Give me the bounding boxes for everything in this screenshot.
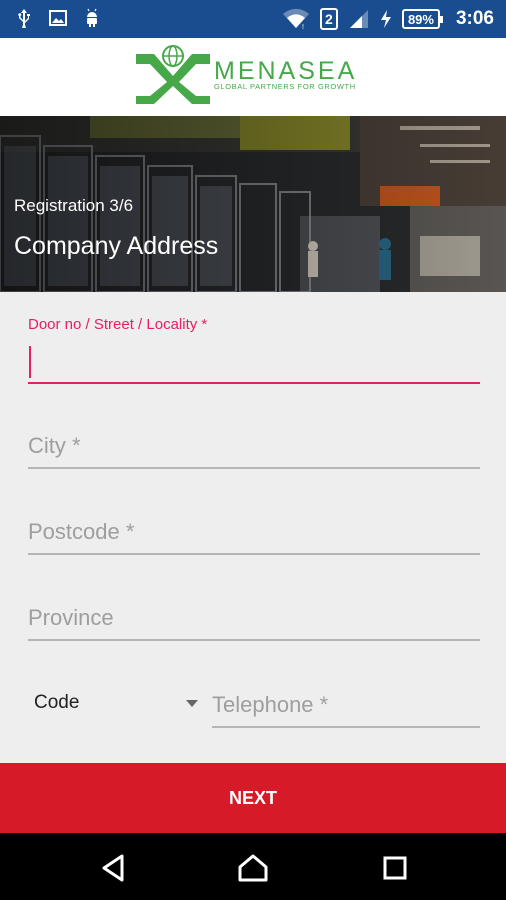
country-code-select[interactable]: Code <box>28 684 204 724</box>
logo-header: MENASEA GLOBAL PARTNERS FOR GROWTH <box>0 38 506 116</box>
battery-indicator: 89% <box>401 9 444 29</box>
postcode-field[interactable] <box>28 512 480 558</box>
svg-text:!: ! <box>302 24 304 30</box>
text-cursor <box>29 346 31 378</box>
dropdown-arrow-icon <box>186 700 198 707</box>
province-field[interactable] <box>28 598 480 644</box>
menasea-logo: MENASEA GLOBAL PARTNERS FOR GROWTH <box>134 42 374 104</box>
back-icon[interactable] <box>96 851 130 885</box>
hero-banner: Registration 3/6 Company Address <box>0 116 506 292</box>
street-underline <box>28 382 480 384</box>
usb-icon <box>14 8 34 29</box>
status-bar: ! 2 89% 3:06 <box>0 0 506 38</box>
wifi-icon: ! <box>282 8 310 31</box>
telephone-field[interactable] <box>212 685 480 731</box>
province-underline <box>28 639 480 641</box>
telephone-underline <box>212 726 480 728</box>
page-title: Company Address <box>14 232 219 260</box>
system-nav-bar <box>0 833 506 900</box>
province-input[interactable] <box>28 598 480 638</box>
street-input[interactable] <box>28 342 480 382</box>
city-input[interactable] <box>28 426 480 466</box>
signal-icon <box>348 8 370 30</box>
android-icon <box>82 8 102 28</box>
recents-icon[interactable] <box>378 851 412 885</box>
logo-tagline: GLOBAL PARTNERS FOR GROWTH <box>214 82 356 91</box>
street-label: Door no / Street / Locality * <box>28 316 208 333</box>
logo-globe-icon <box>136 45 210 104</box>
street-field[interactable]: Door no / Street / Locality * <box>28 316 480 386</box>
city-field[interactable] <box>28 426 480 472</box>
postcode-underline <box>28 553 480 555</box>
postcode-input[interactable] <box>28 512 480 552</box>
next-button[interactable]: NEXT <box>0 763 506 833</box>
status-clock: 3:06 <box>455 8 494 29</box>
home-icon[interactable] <box>236 851 270 885</box>
image-icon <box>48 8 68 28</box>
country-code-value: Code <box>34 692 80 713</box>
telephone-input[interactable] <box>212 685 480 725</box>
sim-slot-badge: 2 <box>319 8 338 30</box>
city-underline <box>28 467 480 469</box>
registration-step: Registration 3/6 <box>14 196 134 215</box>
charging-icon <box>380 9 392 29</box>
